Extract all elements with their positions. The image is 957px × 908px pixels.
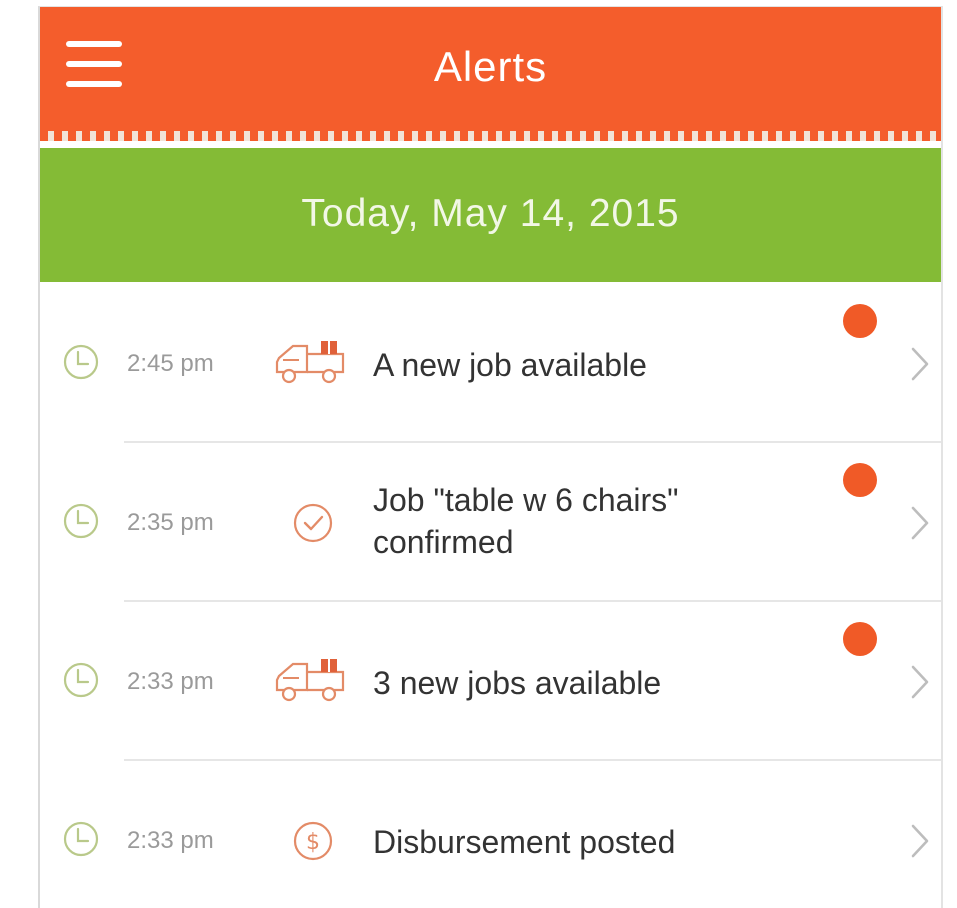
header-zigzag-edge (40, 131, 941, 141)
alerts-list: 2:45 pm A new job available 2:35 pm Job … (40, 282, 941, 908)
chevron-right-icon (911, 824, 929, 858)
delivery-truck-icon (275, 659, 345, 702)
check-circle-icon (293, 503, 333, 543)
alert-time: 2:45 pm (127, 350, 214, 377)
alert-row[interactable]: 2:45 pm A new job available (40, 282, 941, 441)
chevron-right-icon (911, 506, 929, 540)
unread-indicator (843, 463, 877, 497)
date-banner: Today, May 14, 2015 (40, 148, 941, 282)
unread-indicator (843, 622, 877, 656)
header-divider (40, 141, 941, 148)
clock-icon (63, 662, 99, 698)
app-frame: Alerts Today, May 14, 2015 2:45 pm A new… (38, 6, 943, 908)
alert-message: A new job available (373, 347, 647, 383)
clock-icon (63, 344, 99, 380)
page-title: Alerts (433, 43, 548, 90)
alert-time: 2:33 pm (127, 827, 214, 854)
alert-time: 2:35 pm (127, 509, 214, 536)
chevron-right-icon (911, 665, 929, 699)
alert-message: Job "table w 6 chairs" confirmed (373, 482, 679, 560)
alert-message: 3 new jobs available (373, 665, 662, 701)
date-label: Today, May 14, 2015 (301, 192, 680, 235)
alert-time: 2:33 pm (127, 668, 214, 695)
alert-row[interactable]: 2:33 pm 3 new jobs available (40, 600, 941, 759)
clock-icon (63, 821, 99, 857)
header-bar: Alerts (40, 7, 941, 131)
chevron-right-icon (911, 347, 929, 381)
alert-row[interactable]: 2:33 pm $ Disbursement posted (40, 759, 941, 908)
alert-row[interactable]: 2:35 pm Job "table w 6 chairs" confirmed (40, 441, 941, 600)
delivery-truck-icon (275, 341, 345, 384)
dollar-circle-icon: $ (293, 821, 333, 861)
alert-message: Disbursement posted (373, 824, 676, 860)
clock-icon (63, 503, 99, 539)
svg-text:$: $ (306, 830, 320, 855)
unread-indicator (843, 304, 877, 338)
